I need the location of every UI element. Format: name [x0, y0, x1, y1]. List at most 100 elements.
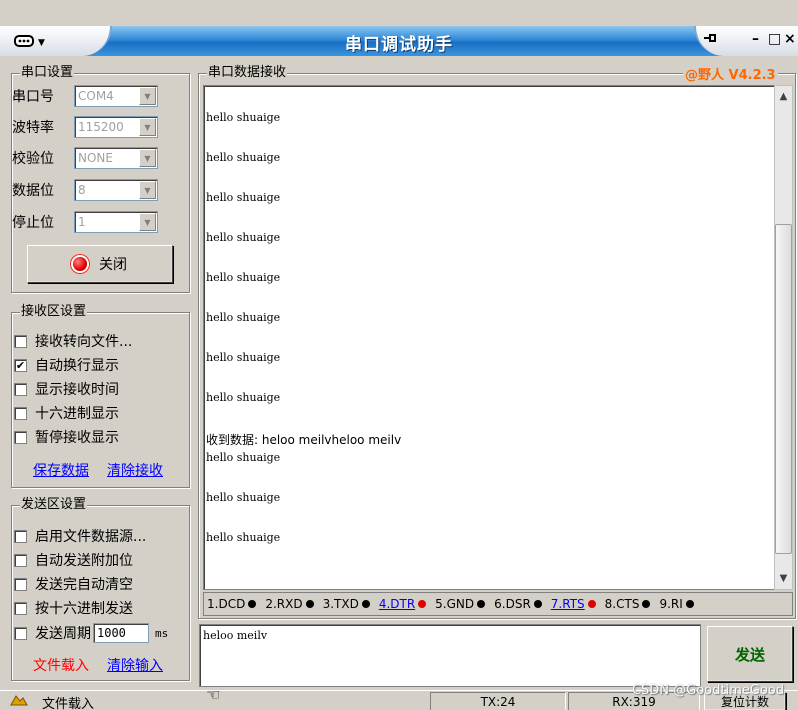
data-bits-label: 数据位 [12, 183, 54, 199]
data-bits-row: 数据位 8 ▼ [12, 179, 158, 201]
file-load-icon [10, 693, 28, 710]
save-data-link[interactable]: 保存数据 [33, 460, 89, 480]
close-port-button[interactable]: 关闭 [27, 245, 173, 283]
signal-item[interactable]: 4.DTR [379, 597, 427, 611]
hex-display-checkbox[interactable]: 十六进制显示 [14, 403, 119, 423]
chevron-down-icon[interactable]: ▼ [139, 118, 156, 136]
port-status-icon [73, 257, 87, 271]
chevron-down-icon[interactable]: ▼ [139, 149, 156, 167]
serial-debug-window: ▼ 串口调试助手 – □ × 串口设置 串口号 COM4 ▼ 波特率 11520… [0, 0, 798, 710]
chevron-down-icon[interactable]: ▼ [139, 87, 156, 105]
pause-display-checkbox[interactable]: 暂停接收显示 [14, 427, 119, 447]
signal-label: 6.DSR [494, 597, 531, 611]
signal-label[interactable]: 4.DTR [379, 597, 415, 611]
chevron-down-icon[interactable]: ▼ [139, 213, 156, 231]
receive-scrollbar[interactable]: ▲ ▼ [774, 85, 793, 590]
send-period-unit: ms [155, 626, 169, 640]
hex-display-label: 十六进制显示 [35, 406, 119, 422]
signal-dot-icon [642, 600, 651, 608]
receive-line: hello shuaige [206, 491, 281, 504]
scrollbar-thumb[interactable] [775, 224, 792, 554]
data-bits-select[interactable]: 8 ▼ [74, 179, 158, 201]
receive-line: hello shuaige [206, 351, 281, 364]
scroll-up-icon[interactable]: ▲ [775, 88, 792, 105]
receive-line: hello shuaige [206, 111, 281, 124]
baud-rate-select[interactable]: 115200 ▼ [74, 116, 158, 138]
clear-receive-link[interactable]: 清除接收 [107, 460, 163, 480]
signal-item: 3.TXD [323, 597, 370, 611]
signal-status-bar: 1.DCD 2.RXD 3.TXD 4.DTR 5.GND 6.DSR 7.RTS 8.CTS… [203, 592, 793, 616]
auto-wrap-checkbox[interactable]: 自动换行显示 [14, 355, 119, 375]
signal-label: 9.RI [659, 597, 683, 611]
hex-send-checkbox[interactable]: 按十六进制发送 [14, 598, 133, 618]
auto-append-checkbox[interactable]: 自动发送附加位 [14, 550, 133, 570]
signal-dot-icon [685, 600, 694, 608]
port-number-label: 串口号 [12, 89, 54, 105]
pin-icon[interactable] [702, 31, 718, 49]
checkbox-box[interactable] [14, 553, 27, 567]
send-period-checkbox[interactable]: 发送周期 1000 ms [14, 623, 168, 643]
port-settings-title: 串口设置 [20, 65, 75, 81]
file-source-checkbox[interactable]: 启用文件数据源... [14, 526, 146, 546]
receive-line: hello shuaige [206, 191, 281, 204]
baud-rate-value: 115200 [78, 120, 124, 134]
stop-bits-label: 停止位 [12, 215, 54, 231]
signal-item: 2.RXD [265, 597, 314, 611]
file-load-link[interactable]: 文件载入 [33, 655, 89, 675]
port-number-row: 串口号 COM4 ▼ [12, 85, 158, 107]
pause-display-label: 暂停接收显示 [35, 430, 119, 446]
checkbox-box[interactable] [14, 334, 27, 348]
status-file-load: 文件载入 [42, 697, 95, 710]
receive-line: 收到数据: heloo meilvheloo meilv [206, 433, 402, 447]
port-number-select[interactable]: COM4 ▼ [74, 85, 158, 107]
show-receive-time-checkbox[interactable]: 显示接收时间 [14, 379, 119, 399]
send-text-area[interactable]: heloo meilv [199, 624, 701, 687]
file-source-label: 启用文件数据源... [35, 529, 147, 545]
checkbox-box[interactable] [14, 382, 27, 396]
tx-counter: TX:24 [430, 692, 566, 710]
close-icon[interactable]: × [784, 31, 796, 47]
signal-dot-icon [361, 600, 370, 608]
parity-value: NONE [78, 151, 113, 165]
auto-clear-checkbox[interactable]: 发送完自动清空 [14, 574, 133, 594]
window-controls: – □ × [694, 26, 798, 56]
signal-dot-icon [418, 600, 427, 608]
signal-dot-icon [248, 600, 257, 608]
signal-label[interactable]: 7.RTS [551, 597, 585, 611]
send-period-input[interactable]: 1000 [93, 623, 149, 643]
send-button[interactable]: 发送 [707, 626, 793, 682]
signal-dot-icon [587, 600, 596, 608]
parity-select[interactable]: NONE ▼ [74, 147, 158, 169]
hex-send-label: 按十六进制发送 [35, 601, 133, 617]
auto-append-label: 自动发送附加位 [35, 553, 133, 569]
signal-label: 5.GND [435, 597, 475, 611]
checkbox-box[interactable] [14, 529, 27, 543]
scroll-down-icon[interactable]: ▼ [775, 570, 792, 587]
signal-item: 5.GND [435, 597, 486, 611]
send-period-label: 发送周期 [35, 626, 91, 642]
signal-label: 1.DCD [207, 597, 246, 611]
send-settings-title: 发送区设置 [20, 497, 88, 513]
signal-item: 1.DCD [207, 597, 257, 611]
clear-input-link[interactable]: 清除输入 [107, 655, 163, 675]
checkbox-box-checked[interactable] [14, 358, 27, 372]
checkbox-box[interactable] [14, 406, 27, 420]
signal-label: 8.CTS [604, 597, 640, 611]
chevron-down-icon[interactable]: ▼ [139, 181, 156, 199]
baud-rate-label: 波特率 [12, 120, 54, 136]
maximize-icon[interactable]: □ [768, 31, 781, 47]
checkbox-box[interactable] [14, 430, 27, 444]
checkbox-box[interactable] [14, 626, 27, 640]
close-port-label: 关闭 [99, 257, 127, 273]
minimize-icon[interactable]: – [752, 31, 759, 47]
receive-text-area[interactable]: hello shuaige hello shuaige hello shuaig… [203, 85, 776, 590]
receive-line: hello shuaige [206, 231, 281, 244]
signal-item[interactable]: 7.RTS [551, 597, 596, 611]
stop-bits-value: 1 [78, 215, 86, 229]
receive-to-file-checkbox[interactable]: 接收转向文件... [14, 331, 132, 351]
signal-label: 3.TXD [322, 597, 359, 611]
stop-bits-select[interactable]: 1 ▼ [74, 211, 158, 233]
checkbox-box[interactable] [14, 577, 27, 591]
receive-line: hello shuaige [206, 311, 281, 324]
checkbox-box[interactable] [14, 601, 27, 615]
